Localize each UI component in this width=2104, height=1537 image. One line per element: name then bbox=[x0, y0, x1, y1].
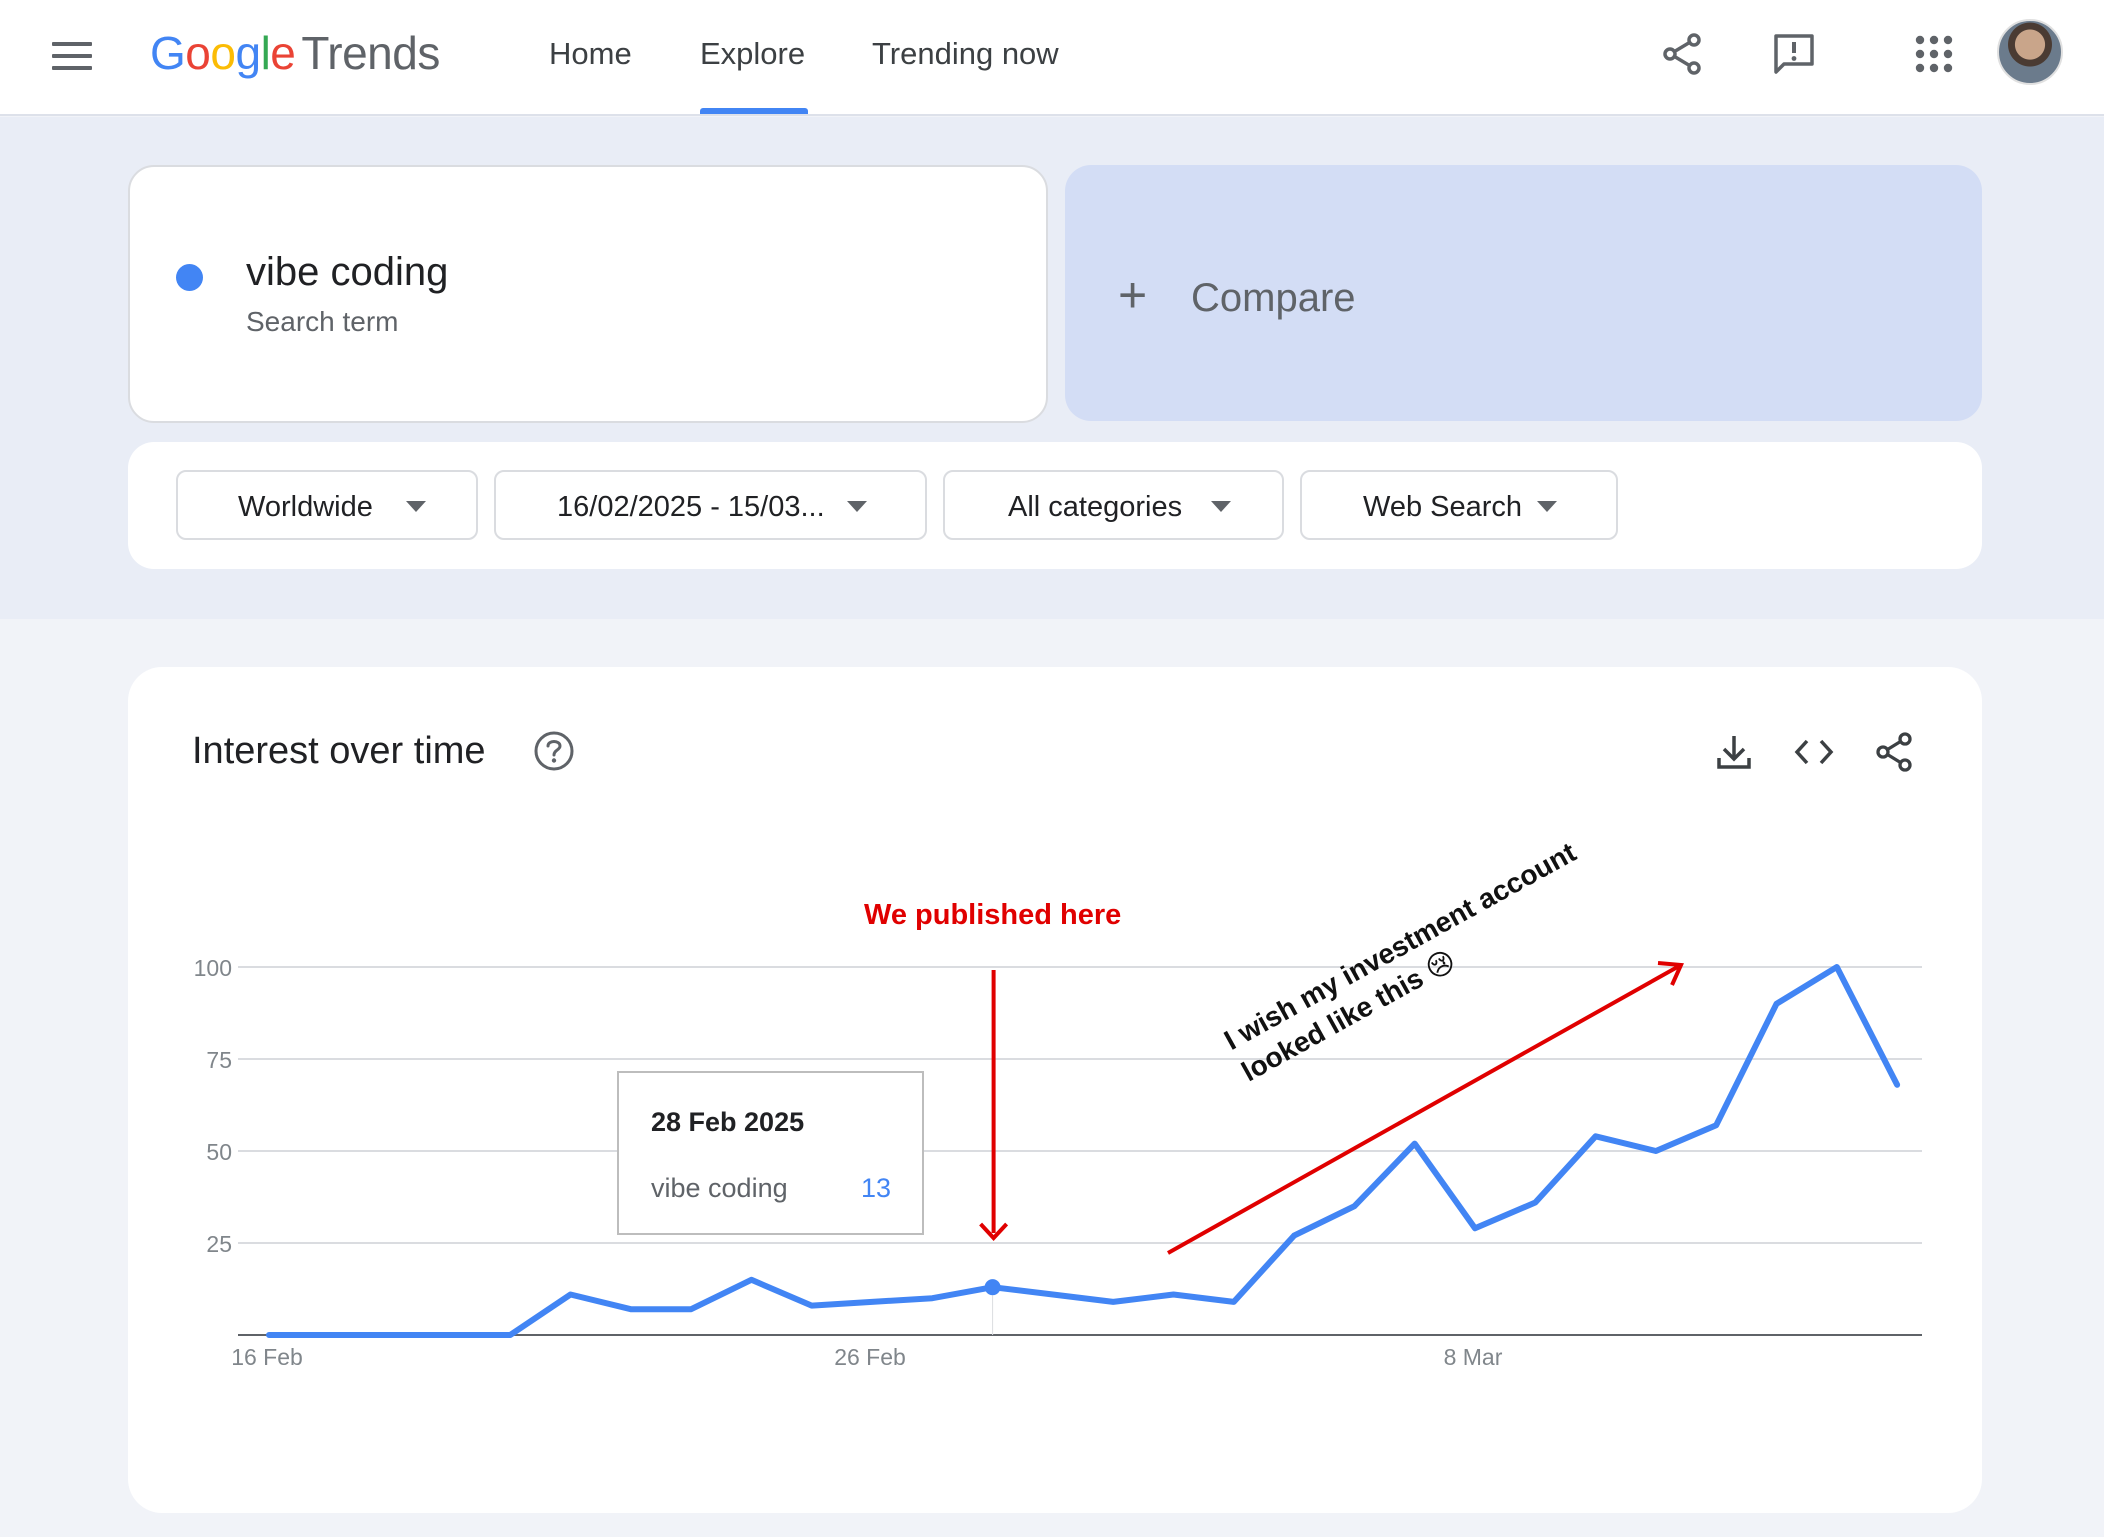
y-tick-label: 25 bbox=[206, 1231, 232, 1257]
interest-line-chart: 25 50 75 100 16 Feb 26 Feb 8 Mar bbox=[194, 955, 1922, 1370]
help-icon[interactable] bbox=[532, 729, 576, 773]
chart-title: Interest over time bbox=[192, 730, 486, 772]
google-trends-logo[interactable]: Google Trends bbox=[150, 26, 440, 80]
top-app-bar: Google Trends Home Explore Trending now bbox=[0, 0, 2104, 116]
y-tick-label: 50 bbox=[206, 1139, 232, 1165]
caret-down-icon bbox=[406, 501, 426, 512]
share-icon[interactable] bbox=[1658, 30, 1706, 78]
download-icon[interactable] bbox=[1712, 730, 1756, 774]
plus-icon: + bbox=[1118, 267, 1148, 323]
apps-grid-icon[interactable] bbox=[1910, 30, 1958, 78]
compare-label: Compare bbox=[1191, 276, 1356, 320]
nav-trending-now[interactable]: Trending now bbox=[872, 36, 1059, 72]
y-tick-label: 75 bbox=[206, 1047, 232, 1073]
x-tick-label: 8 Mar bbox=[1444, 1344, 1503, 1370]
series-color-dot bbox=[176, 264, 203, 291]
y-tick-label: 100 bbox=[194, 955, 232, 981]
search-term-name[interactable]: vibe coding bbox=[246, 250, 448, 295]
caret-down-icon bbox=[1537, 501, 1557, 512]
chart-tooltip: 28 Feb 2025 vibe coding 13 bbox=[617, 1071, 924, 1235]
menu-icon[interactable] bbox=[52, 42, 92, 72]
nav-home[interactable]: Home bbox=[549, 36, 632, 72]
highlighted-data-point bbox=[984, 1279, 1001, 1296]
search-term-type: Search term bbox=[246, 306, 399, 337]
share-icon[interactable] bbox=[1872, 730, 1916, 774]
region-dropdown[interactable]: Worldwide bbox=[176, 470, 478, 540]
date-range-dropdown[interactable]: 16/02/2025 - 15/03... bbox=[494, 470, 927, 540]
nav-explore[interactable]: Explore bbox=[700, 36, 805, 72]
region-dropdown-label: Worldwide bbox=[238, 491, 373, 523]
annotation-published: We published here bbox=[864, 899, 1122, 931]
caret-down-icon bbox=[847, 501, 867, 512]
embed-icon[interactable] bbox=[1792, 730, 1836, 774]
x-tick-label: 26 Feb bbox=[834, 1344, 906, 1370]
active-tab-indicator bbox=[700, 108, 808, 114]
search-property-dropdown[interactable]: Web Search bbox=[1300, 470, 1618, 540]
search-property-dropdown-label: Web Search bbox=[1363, 491, 1523, 523]
tooltip-date: 28 Feb 2025 bbox=[651, 1107, 805, 1137]
date-range-dropdown-label: 16/02/2025 - 15/03... bbox=[557, 491, 825, 523]
category-dropdown-label: All categories bbox=[1008, 491, 1183, 523]
category-dropdown[interactable]: All categories bbox=[943, 470, 1284, 540]
annotation-arrow-up bbox=[1167, 963, 1682, 1255]
tooltip-value: 13 bbox=[861, 1173, 892, 1203]
feedback-icon[interactable] bbox=[1770, 30, 1818, 78]
tooltip-series-name: vibe coding bbox=[651, 1173, 788, 1203]
caret-down-icon bbox=[1211, 501, 1231, 512]
avatar[interactable] bbox=[1997, 19, 2063, 85]
x-tick-label: 16 Feb bbox=[231, 1344, 303, 1370]
